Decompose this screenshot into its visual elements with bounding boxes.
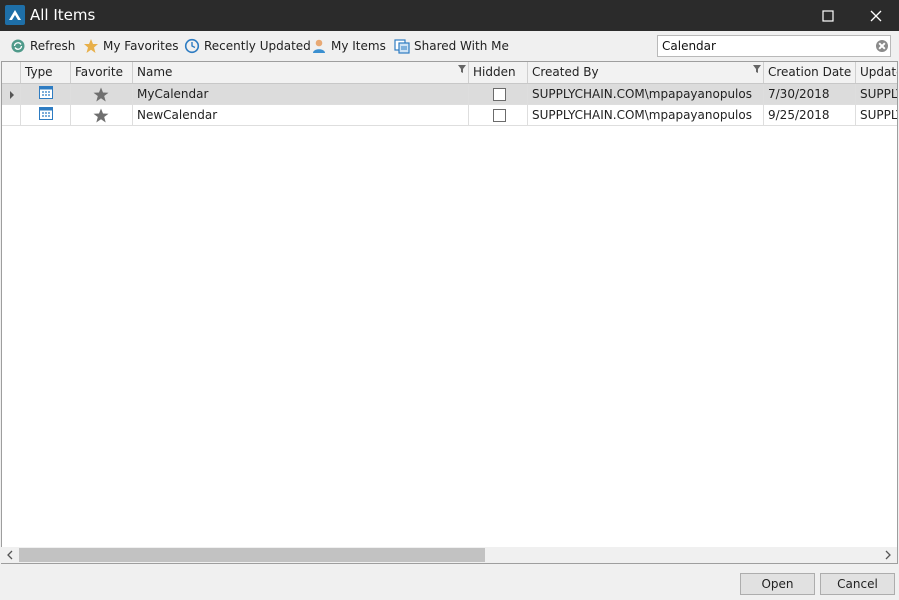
column-header-created-by[interactable]: Created By <box>528 62 764 83</box>
clock-icon <box>184 38 200 54</box>
clear-search-icon[interactable] <box>876 40 888 52</box>
horizontal-scrollbar[interactable] <box>1 547 897 563</box>
calendar-icon <box>39 86 53 99</box>
hidden-cell <box>469 84 528 105</box>
scrollbar-thumb[interactable] <box>19 548 485 562</box>
updated-by-cell: SUPPLY <box>860 87 897 101</box>
search-box <box>657 35 891 57</box>
table-row[interactable]: NewCalendar SUPPLYCHAIN.COM\mpapayanopul… <box>2 105 897 126</box>
column-header-updated[interactable]: Update <box>856 62 897 83</box>
scroll-right-icon[interactable] <box>883 550 893 560</box>
cancel-button[interactable]: Cancel <box>820 573 895 595</box>
favorite-cell[interactable] <box>71 105 133 126</box>
name-cell: MyCalendar <box>133 84 469 105</box>
title-bar: All Items <box>0 0 899 31</box>
row-indicator-header <box>2 62 21 83</box>
creation-date-cell: 9/25/2018 <box>764 105 856 126</box>
maximize-icon <box>822 9 834 22</box>
my-favorites-label: My Favorites <box>103 39 179 53</box>
shared-with-me-label: Shared With Me <box>414 39 509 53</box>
scroll-left-icon[interactable] <box>5 550 15 560</box>
hidden-checkbox[interactable] <box>493 88 506 101</box>
refresh-button[interactable]: Refresh <box>10 37 75 55</box>
my-items-label: My Items <box>331 39 386 53</box>
hidden-cell <box>469 105 528 126</box>
window-title: All Items <box>30 6 96 24</box>
close-icon <box>870 10 882 21</box>
row-indicator <box>2 84 21 105</box>
column-header-creation-date[interactable]: Creation Date <box>764 62 856 83</box>
hidden-checkbox[interactable] <box>493 109 506 122</box>
close-button[interactable] <box>853 0 899 31</box>
type-cell <box>21 84 71 105</box>
search-input[interactable] <box>662 38 870 54</box>
star-icon <box>83 38 99 54</box>
filter-icon[interactable] <box>458 65 466 73</box>
grid-header: Type Favorite Name Hidden Created By Cre… <box>2 62 897 84</box>
favorite-cell[interactable] <box>71 84 133 105</box>
created-by-cell: SUPPLYCHAIN.COM\mpapayanopulos <box>528 105 764 126</box>
table-row[interactable]: MyCalendar SUPPLYCHAIN.COM\mpapayanopulo… <box>2 84 897 105</box>
calendar-icon <box>39 107 53 120</box>
my-items-button[interactable]: My Items <box>311 37 386 55</box>
row-indicator <box>2 105 21 126</box>
shared-icon <box>394 38 410 54</box>
column-header-name[interactable]: Name <box>133 62 469 83</box>
updated-by-cell: SUPPLY <box>860 108 897 122</box>
name-cell: NewCalendar <box>133 105 469 126</box>
shared-with-me-button[interactable]: Shared With Me <box>394 37 509 55</box>
row-indicator-icon <box>10 91 14 99</box>
type-cell <box>21 105 71 126</box>
creation-date-cell: 7/30/2018 <box>764 84 856 105</box>
app-logo-icon <box>5 5 25 25</box>
column-header-favorite[interactable]: Favorite <box>71 62 133 83</box>
filter-icon[interactable] <box>753 65 761 73</box>
refresh-icon <box>10 38 26 54</box>
column-header-type[interactable]: Type <box>21 62 71 83</box>
column-header-name-label: Name <box>137 65 173 79</box>
recently-updated-button[interactable]: Recently Updated <box>184 37 311 55</box>
recently-updated-label: Recently Updated <box>204 39 311 53</box>
user-icon <box>311 38 327 54</box>
star-icon <box>93 87 109 102</box>
maximize-button[interactable] <box>805 0 851 31</box>
my-favorites-button[interactable]: My Favorites <box>83 37 178 55</box>
dialog-footer: Open Cancel <box>0 565 899 600</box>
items-grid: Type Favorite Name Hidden Created By Cre… <box>1 61 898 564</box>
column-header-created-by-label: Created By <box>532 65 599 79</box>
created-by-cell: SUPPLYCHAIN.COM\mpapayanopulos <box>528 84 764 105</box>
star-icon <box>93 108 109 123</box>
open-button[interactable]: Open <box>740 573 815 595</box>
refresh-label: Refresh <box>30 39 76 53</box>
column-header-hidden[interactable]: Hidden <box>469 62 528 83</box>
